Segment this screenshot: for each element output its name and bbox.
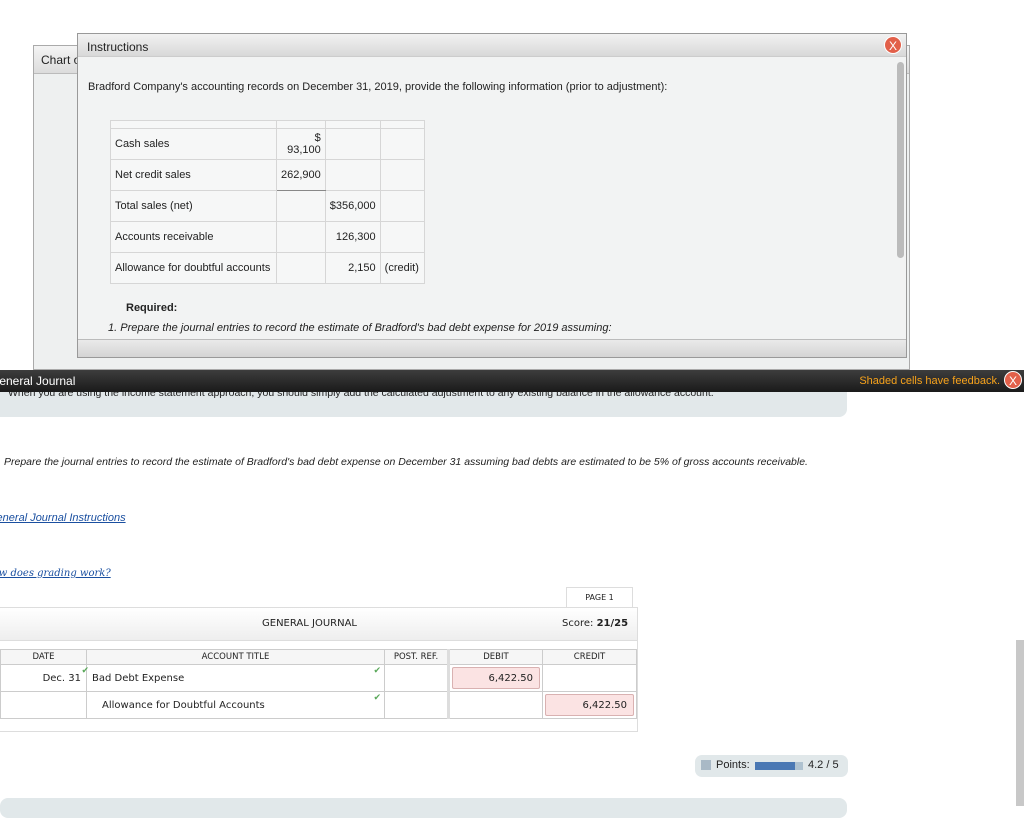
data-row: Allowance for doubtful accounts 2,150 (cre… bbox=[110, 252, 425, 284]
data-cell: Accounts receivable bbox=[110, 221, 277, 253]
points-value: 4.2 / 5 bbox=[808, 759, 839, 771]
data-cell bbox=[324, 128, 381, 160]
credit-cell[interactable] bbox=[542, 664, 637, 692]
data-row: Total sales (net) $356,000 bbox=[110, 190, 425, 222]
instructions-title: Instructions bbox=[87, 40, 149, 54]
data-cell: Cash sales bbox=[110, 128, 277, 160]
account-value: Allowance for Doubtful Accounts bbox=[102, 699, 265, 711]
date-cell[interactable]: Dec. 31 ✔ bbox=[0, 664, 89, 692]
date-value: Dec. 31 bbox=[42, 672, 81, 684]
points-progress-bar bbox=[755, 762, 803, 770]
data-row: Cash sales $ 93,100 bbox=[110, 128, 425, 160]
data-cell bbox=[379, 190, 425, 222]
postref-cell[interactable] bbox=[384, 691, 449, 719]
instructions-dialog: Instructions X Bradford Company's accoun… bbox=[77, 33, 907, 358]
postref-cell[interactable] bbox=[384, 664, 449, 692]
general-journal: GENERAL JOURNAL Score: 21/25 DATE ACCOUN… bbox=[0, 607, 638, 732]
score-value: 21/25 bbox=[596, 618, 629, 629]
check-icon: ✔ bbox=[373, 693, 381, 703]
score: Score: 21/25 bbox=[562, 618, 628, 629]
col-credit: CREDIT bbox=[542, 649, 637, 665]
score-label: Score: bbox=[562, 618, 594, 629]
journal-table: DATE ACCOUNT TITLE POST. REF. DEBIT CRED… bbox=[0, 649, 637, 719]
col-date: DATE bbox=[0, 649, 87, 665]
feedback-notice: Shaded cells have feedback. bbox=[859, 375, 1000, 387]
journal-row: Allowance for Doubtful Accounts ✔ 6,422.5… bbox=[0, 691, 637, 719]
next-panel bbox=[0, 798, 847, 818]
data-cell: $ 93,100 bbox=[276, 128, 326, 160]
question-prompt: Prepare the journal entries to record th… bbox=[4, 456, 808, 468]
points-progress-fill bbox=[755, 762, 796, 770]
journal-instructions-link[interactable]: General Journal Instructions bbox=[0, 512, 126, 524]
col-debit: DEBIT bbox=[447, 649, 543, 665]
journal-title: GENERAL JOURNAL bbox=[262, 618, 357, 629]
page-tab[interactable]: PAGE 1 bbox=[566, 587, 633, 608]
required-heading: Required: bbox=[126, 302, 178, 314]
points-arrow-icon bbox=[701, 760, 711, 770]
points-label: Points: bbox=[716, 759, 750, 771]
debit-value: 6,422.50 bbox=[452, 667, 540, 689]
date-cell[interactable] bbox=[0, 691, 87, 719]
close-feedback-button[interactable]: X bbox=[1004, 371, 1022, 389]
dialog-resize-bar[interactable] bbox=[78, 339, 906, 357]
data-cell bbox=[379, 128, 425, 160]
debit-cell[interactable]: 6,422.50 bbox=[447, 664, 543, 692]
data-cell bbox=[379, 159, 425, 191]
close-instructions-button[interactable]: X bbox=[884, 36, 902, 54]
data-cell: Allowance for doubtful accounts bbox=[110, 252, 277, 284]
credit-cell[interactable]: 6,422.50 bbox=[542, 691, 637, 719]
data-row: Accounts receivable 126,300 bbox=[110, 221, 425, 253]
debit-cell[interactable] bbox=[447, 691, 543, 719]
instructions-intro: Bradford Company's accounting records on… bbox=[88, 81, 668, 93]
data-cell: 262,900 bbox=[276, 159, 326, 191]
data-cell bbox=[276, 221, 326, 253]
data-cell: Total sales (net) bbox=[110, 190, 277, 222]
account-cell[interactable]: Bad Debt Expense ✔ bbox=[86, 664, 385, 692]
data-cell bbox=[324, 159, 381, 191]
data-cell: Net credit sales bbox=[110, 159, 277, 191]
data-row: Net credit sales 262,900 bbox=[110, 159, 425, 191]
col-account: ACCOUNT TITLE bbox=[86, 649, 385, 665]
header-title: General Journal bbox=[0, 374, 76, 388]
page-scrollbar[interactable] bbox=[1016, 640, 1024, 806]
chart-window-title: Chart of Accounts (partial) bbox=[41, 53, 81, 67]
check-icon: ✔ bbox=[373, 666, 381, 676]
data-cell: (credit) bbox=[379, 252, 425, 284]
credit-value: 6,422.50 bbox=[545, 694, 634, 716]
data-cell: 2,150 bbox=[324, 252, 381, 284]
data-cell bbox=[276, 190, 326, 222]
account-cell[interactable]: Allowance for Doubtful Accounts ✔ bbox=[86, 691, 385, 719]
points-indicator: Points: 4.2 / 5 bbox=[695, 755, 848, 777]
general-journal-header-bar: General Journal Shaded cells have feedba… bbox=[0, 370, 1024, 392]
scrollbar[interactable] bbox=[897, 62, 904, 258]
data-table: Cash sales $ 93,100 Net credit sales 262,90… bbox=[110, 120, 425, 284]
data-cell bbox=[276, 252, 326, 284]
journal-row: Dec. 31 ✔ Bad Debt Expense ✔ 6,422.50 bbox=[0, 664, 637, 692]
col-postref: POST. REF. bbox=[384, 649, 449, 665]
data-cell: $356,000 bbox=[324, 190, 381, 222]
required-item-1: 1. Prepare the journal entries to record… bbox=[108, 322, 612, 334]
account-value: Bad Debt Expense bbox=[92, 672, 185, 684]
data-cell: 126,300 bbox=[324, 221, 381, 253]
grading-link[interactable]: How does grading work? bbox=[0, 568, 111, 579]
data-cell bbox=[379, 221, 425, 253]
